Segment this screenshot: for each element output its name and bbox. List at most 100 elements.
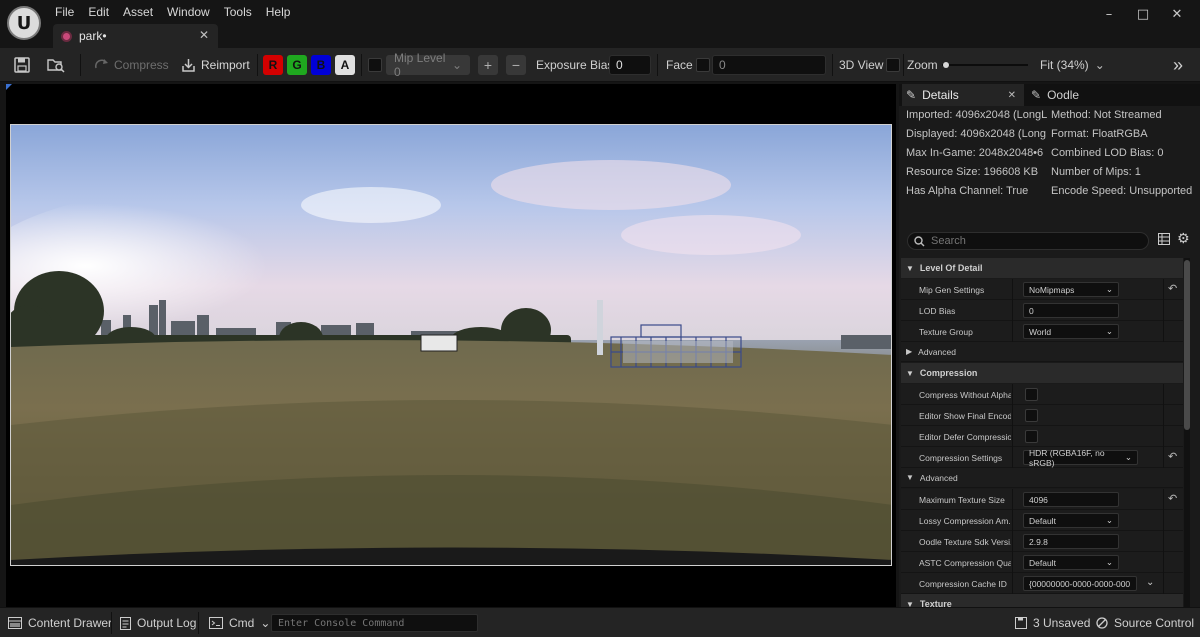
property-row: Editor Defer Compression xyxy=(901,426,1183,447)
dropdown-value: Default xyxy=(1029,557,1056,568)
reimport-button[interactable]: Reimport xyxy=(181,48,250,82)
menu-bar: File Edit Asset Window Tools Help xyxy=(48,4,297,20)
toolbar: Compress Reimport R G B A Mip Level 0 ⌄ … xyxy=(0,48,1200,82)
output-log-button[interactable]: Output Log xyxy=(120,608,196,637)
face-input[interactable]: 0 xyxy=(712,55,826,75)
compression-settings-dropdown[interactable]: HDR (RGBA16F, no sRGB) ⌄ xyxy=(1023,448,1138,468)
menu-file[interactable]: File xyxy=(48,4,81,20)
details-search xyxy=(907,232,1149,250)
chevron-down-icon: ⌄ xyxy=(260,616,271,630)
chevron-down-icon: ▼ xyxy=(906,599,914,608)
exposure-bias-input[interactable]: 0 xyxy=(609,55,651,75)
zoom-slider-handle[interactable] xyxy=(943,62,949,68)
category-compression[interactable]: ▼ Compression xyxy=(901,363,1183,383)
info-has-alpha: Has Alpha Channel: True xyxy=(906,185,1029,197)
unsaved-count-label: 3 Unsaved xyxy=(1033,616,1091,630)
fit-dropdown[interactable]: Fit (34%) ⌄ xyxy=(1040,48,1105,82)
compress-without-alpha-checkbox[interactable] xyxy=(1025,388,1038,401)
mip-level-checkbox[interactable] xyxy=(368,58,382,72)
content-drawer-button[interactable]: Content Drawer xyxy=(8,608,112,637)
oodle-sdk-version-input[interactable]: 2.9.8 xyxy=(1023,534,1119,549)
dropdown-value: World xyxy=(1029,326,1052,337)
property-label: Compression Cache ID xyxy=(919,578,1007,589)
cmd-dropdown[interactable]: Cmd ⌄ xyxy=(209,608,270,637)
editor-show-final-encode-checkbox[interactable] xyxy=(1025,409,1038,422)
save-icon xyxy=(1015,617,1027,629)
face-checkbox[interactable] xyxy=(696,58,710,72)
channel-a-toggle[interactable]: A xyxy=(335,55,355,75)
source-control-button[interactable]: Source Control xyxy=(1096,608,1194,637)
save-icon xyxy=(14,57,30,73)
menu-asset[interactable]: Asset xyxy=(116,4,160,20)
subcategory-label: Advanced xyxy=(919,472,958,483)
scrollbar-thumb[interactable] xyxy=(1184,260,1190,430)
subcategory-lod-advanced[interactable]: ▶ Advanced xyxy=(901,342,1183,362)
mip-gen-settings-dropdown[interactable]: NoMipmaps ⌄ xyxy=(1023,282,1119,297)
minimize-icon[interactable]: – xyxy=(1092,6,1126,24)
menu-window[interactable]: Window xyxy=(160,4,217,20)
info-resource-size: Resource Size: 196608 KB xyxy=(906,166,1039,178)
source-control-icon xyxy=(1096,617,1108,629)
category-label: Texture xyxy=(919,599,952,607)
reset-arrow-icon[interactable]: ↶ xyxy=(1168,450,1177,463)
settings-button[interactable]: ⚙ xyxy=(1177,231,1190,247)
mip-decrease-button[interactable]: − xyxy=(506,55,526,75)
compress-button[interactable]: Compress xyxy=(94,48,169,82)
toolbar-overflow-button[interactable]: » xyxy=(1173,48,1183,82)
category-texture[interactable]: ▼ Texture xyxy=(901,594,1183,607)
face-value: 0 xyxy=(719,58,726,72)
tab-oodle[interactable]: ✎ Oodle xyxy=(1031,84,1111,106)
menu-tools[interactable]: Tools xyxy=(217,4,259,20)
property-label: ASTC Compression Qual... xyxy=(919,557,1011,568)
zoom-slider[interactable] xyxy=(942,48,1030,82)
astc-compression-quality-dropdown[interactable]: Default ⌄ xyxy=(1023,555,1119,570)
close-tab-icon[interactable]: ✕ xyxy=(199,28,209,42)
property-row: Mip Gen Settings NoMipmaps ⌄ ↶ xyxy=(901,279,1183,300)
info-imported: Imported: 4096x2048 (LongL xyxy=(906,109,1048,121)
tab-details[interactable]: ✎ Details ✕ xyxy=(902,84,1024,106)
close-tab-icon[interactable]: ✕ xyxy=(1008,90,1016,101)
toolbar-separator xyxy=(361,54,362,76)
chevron-down-icon: ⌄ xyxy=(1094,58,1105,72)
maximum-texture-size-input[interactable]: 4096 xyxy=(1023,492,1119,507)
reset-arrow-icon[interactable]: ↶ xyxy=(1168,492,1177,505)
lod-bias-input[interactable]: 0 xyxy=(1023,303,1119,318)
menu-edit[interactable]: Edit xyxy=(81,4,116,20)
editor-defer-compression-checkbox[interactable] xyxy=(1025,430,1038,443)
zoom-slider-track xyxy=(942,64,1028,66)
maximize-icon[interactable]: □ xyxy=(1126,6,1160,24)
texture-viewport[interactable] xyxy=(6,84,896,607)
content-drawer-icon xyxy=(8,617,22,629)
unsaved-button[interactable]: 3 Unsaved xyxy=(1015,608,1090,637)
category-label: Level Of Detail xyxy=(919,263,983,273)
table-view-button[interactable] xyxy=(1158,233,1170,248)
save-button[interactable] xyxy=(14,48,30,82)
source-control-label: Source Control xyxy=(1114,616,1195,630)
channel-r-toggle[interactable]: R xyxy=(263,55,283,75)
document-tab[interactable]: park• ✕ xyxy=(53,24,218,48)
close-window-icon[interactable]: ✕ xyxy=(1160,6,1194,24)
menu-help[interactable]: Help xyxy=(259,4,298,20)
console-command-input[interactable] xyxy=(271,614,478,632)
compression-cache-id-input[interactable]: {00000000-0000-0000-000 xyxy=(1023,576,1137,591)
reset-arrow-icon[interactable]: ↶ xyxy=(1168,282,1177,295)
category-level-of-detail[interactable]: ▼ Level Of Detail xyxy=(901,258,1183,278)
info-method: Method: Not Streamed xyxy=(1051,109,1162,121)
channel-g-toggle[interactable]: G xyxy=(287,55,307,75)
texture-info: Imported: 4096x2048 (LongL Displayed: 40… xyxy=(899,106,1200,226)
browse-asset-button[interactable] xyxy=(47,48,65,82)
mip-increase-button[interactable]: + xyxy=(478,55,498,75)
search-input[interactable] xyxy=(931,235,1131,247)
lossy-compression-dropdown[interactable]: Default ⌄ xyxy=(1023,513,1119,528)
chevron-down-icon[interactable]: ⌄ xyxy=(1146,577,1154,588)
3d-view-checkbox[interactable] xyxy=(886,58,900,72)
unreal-logo[interactable]: U xyxy=(7,6,41,40)
property-label: Editor Defer Compression xyxy=(919,431,1011,442)
mip-level-dropdown[interactable]: Mip Level 0 ⌄ xyxy=(386,51,470,79)
subcategory-compression-advanced[interactable]: ▼ Advanced xyxy=(901,468,1183,488)
chevron-down-icon: ▼ xyxy=(906,263,914,273)
texture-group-dropdown[interactable]: World ⌄ xyxy=(1023,324,1119,339)
channel-b-toggle[interactable]: B xyxy=(311,55,331,75)
property-row: Oodle Texture Sdk Versi... 2.9.8 xyxy=(901,531,1183,552)
details-scrollbar[interactable] xyxy=(1184,258,1190,607)
